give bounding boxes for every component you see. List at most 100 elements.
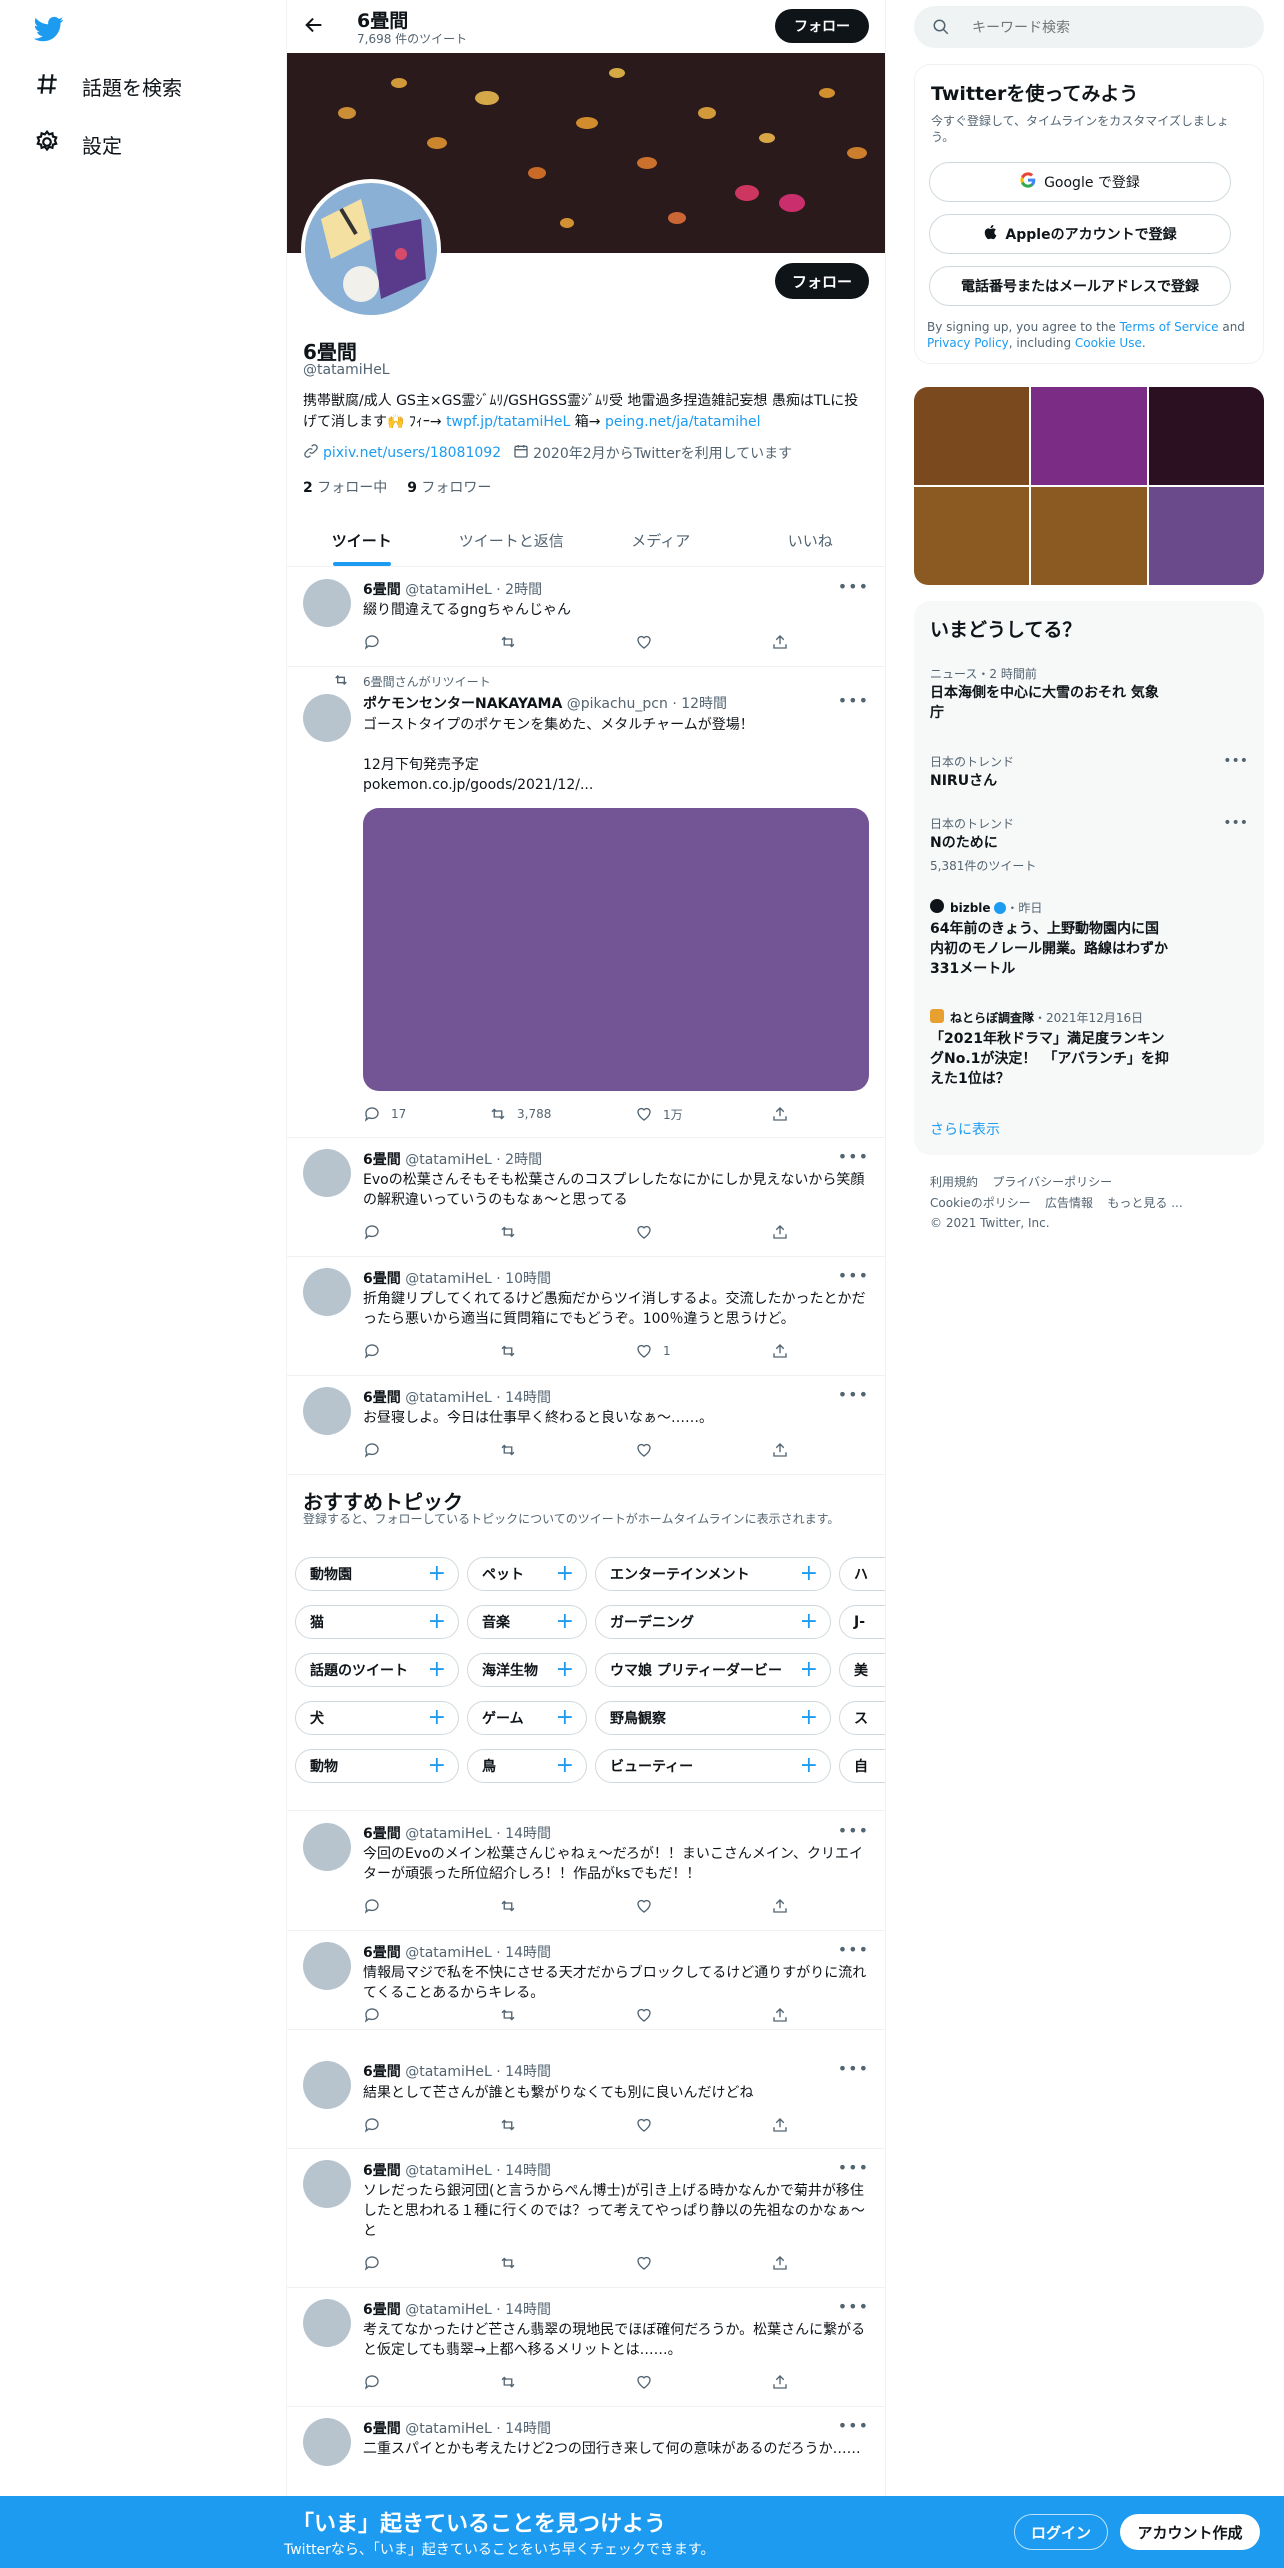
twitter-logo-icon[interactable] [33, 14, 64, 44]
reply-button[interactable] [363, 2254, 381, 2272]
tweet-time[interactable]: 10時間 [505, 1271, 551, 1287]
footer-privacy[interactable]: プライバシーポリシー [992, 1175, 1112, 1189]
footer-cookie[interactable]: Cookieのポリシー [930, 1196, 1031, 1210]
topic-chip[interactable]: 猫 + [295, 1605, 459, 1639]
like-button[interactable] [635, 2006, 653, 2024]
topic-chip[interactable]: ペット + [467, 1557, 587, 1591]
following-link[interactable]: 2 フォロー中 [303, 477, 387, 497]
trend-item[interactable]: 日本のトレンド NIRUさん ••• [914, 749, 1264, 799]
tweet-avatar[interactable] [303, 579, 351, 627]
tweet-time[interactable]: 14時間 [505, 1945, 551, 1961]
reply-button[interactable] [363, 1897, 381, 1915]
topic-chip[interactable]: 鳥 + [467, 1749, 587, 1783]
tweet-avatar[interactable] [303, 1942, 351, 1990]
tweet-author-handle[interactable]: @tatamiHeL [405, 1152, 492, 1168]
tweet-avatar[interactable] [303, 2160, 351, 2208]
tweet-author-name[interactable]: 6畳間 [363, 2302, 401, 2318]
like-button[interactable] [635, 1223, 653, 1241]
reply-button[interactable] [363, 633, 381, 651]
topic-chip[interactable]: 野鳥観察 + [595, 1701, 831, 1735]
media-thumb[interactable] [1149, 487, 1264, 585]
topic-chip[interactable]: 犬 + [295, 1701, 459, 1735]
tab-media[interactable]: メディア [586, 514, 736, 566]
reply-button[interactable] [363, 1441, 381, 1459]
trend-item[interactable]: 日本のトレンド Nのために 5,381件のツイート ••• [914, 811, 1264, 879]
tweet-author-name[interactable]: 6畳間 [363, 2421, 401, 2437]
tweet[interactable]: 6畳間 @tatamiHeL · 14時間 ••• 情報局マジで私を不快にさせる… [287, 1930, 885, 2030]
tweet-author-handle[interactable]: @tatamiHeL [405, 1390, 492, 1406]
tweet-author-handle[interactable]: @tatamiHeL [405, 1945, 492, 1961]
tweet[interactable]: 6畳間 @tatamiHeL · 2時間 ••• 綴り間違えてるgngちゃんじゃ… [287, 567, 885, 667]
more-icon[interactable]: ••• [838, 1266, 869, 1285]
tweet-author-handle[interactable]: @tatamiHeL [405, 582, 492, 598]
media-thumb[interactable] [914, 487, 1029, 585]
trends-show-more[interactable]: さらに表示 [930, 1119, 1000, 1139]
share-button[interactable] [771, 633, 789, 651]
more-icon[interactable]: ••• [1223, 815, 1248, 831]
like-button[interactable] [635, 2373, 653, 2391]
like-button[interactable] [635, 1441, 653, 1459]
followers-link[interactable]: 9 フォロワー [407, 477, 491, 497]
tweet-author-handle[interactable]: @tatamiHeL [405, 2421, 492, 2437]
tweet[interactable]: 6畳間 @tatamiHeL · 14時間 ••• 今回のEvoのメイン松葉さん… [287, 1811, 885, 1931]
tweet[interactable]: 6畳間 @tatamiHeL · 14時間 ••• 考えてなかったけど芒さん翡翠… [287, 2287, 885, 2407]
bio-link-twpf[interactable]: twpf.jp/tatamiHeL [446, 414, 570, 430]
retweet-button[interactable] [499, 2254, 517, 2272]
tab-tweets-replies[interactable]: ツイートと返信 [437, 514, 587, 566]
retweet-button[interactable] [499, 2116, 517, 2134]
google-signup-button[interactable]: Google で登録 [929, 162, 1231, 202]
more-icon[interactable]: ••• [838, 1821, 869, 1840]
tweet-author-name[interactable]: 6畳間 [363, 1271, 401, 1287]
tweet-avatar[interactable] [303, 2299, 351, 2347]
terms-link[interactable]: Terms of Service [1120, 320, 1219, 334]
back-arrow-icon[interactable] [303, 14, 325, 36]
tweet-avatar[interactable] [303, 1387, 351, 1435]
trend-item[interactable]: ニュース・2 時間前 日本海側を中心に大雪のおそれ 気象庁 [914, 661, 1264, 741]
tweet[interactable]: 6畳間 @tatamiHeL · 14時間 ••• 結果として芒さんが誰とも繋が… [287, 2029, 885, 2149]
topic-chip[interactable]: ゲーム + [467, 1701, 587, 1735]
search-box[interactable] [914, 6, 1264, 48]
like-button[interactable] [635, 2116, 653, 2134]
share-button[interactable] [771, 1105, 789, 1123]
like-button[interactable]: 1 [635, 1342, 671, 1360]
tweet-time[interactable]: 14時間 [505, 2064, 551, 2080]
phone-email-signup-button[interactable]: 電話番号またはメールアドレスで登録 [929, 266, 1231, 306]
share-button[interactable] [771, 1223, 789, 1241]
nav-explore[interactable]: 話題を検索 [34, 66, 182, 106]
media-thumb[interactable] [1031, 487, 1147, 585]
share-button[interactable] [771, 1342, 789, 1360]
tweet-author-handle[interactable]: @tatamiHeL [405, 1271, 492, 1287]
tweet-time[interactable]: 14時間 [505, 1826, 551, 1842]
media-thumb[interactable] [1031, 387, 1147, 485]
retweet-label[interactable]: 6畳間さんがリツイート [363, 673, 491, 690]
tweet-time[interactable]: 2時間 [505, 1152, 542, 1168]
more-icon[interactable]: ••• [838, 2059, 869, 2078]
reply-button[interactable] [363, 2373, 381, 2391]
profile-follow-button[interactable]: フォロー [775, 263, 869, 299]
topic-chip[interactable]: ガーデニング + [595, 1605, 831, 1639]
like-button[interactable] [635, 1897, 653, 1915]
topic-chip[interactable]: ウマ娘 プリティーダービー + [595, 1653, 831, 1687]
like-button[interactable] [635, 2254, 653, 2272]
topic-chip[interactable]: ハ [839, 1557, 885, 1591]
tweet-time[interactable]: 14時間 [505, 2163, 551, 2179]
media-thumb[interactable] [914, 387, 1029, 485]
tweet-avatar[interactable] [303, 694, 351, 742]
nav-settings[interactable]: 設定 [34, 124, 122, 164]
search-input[interactable] [970, 16, 1244, 40]
tweet[interactable]: 6畳間 @tatamiHeL · 14時間 ••• 二重スパイとかも考えたけど2… [287, 2406, 885, 2496]
profile-website-link[interactable]: pixiv.net/users/18081092 [323, 445, 501, 461]
retweet-button[interactable] [499, 633, 517, 651]
tab-tweets[interactable]: ツイート [287, 514, 437, 566]
share-button[interactable] [771, 2116, 789, 2134]
header-follow-button[interactable]: フォロー [775, 9, 869, 43]
tweet-avatar[interactable] [303, 2061, 351, 2109]
topic-chip[interactable]: ビューティー + [595, 1749, 831, 1783]
footer-more[interactable]: もっと見る ... [1107, 1196, 1182, 1210]
more-icon[interactable]: ••• [838, 2297, 869, 2316]
retweet-button[interactable]: 3,788 [489, 1105, 551, 1123]
retweet-button[interactable] [499, 1897, 517, 1915]
reply-button[interactable] [363, 2116, 381, 2134]
tweet-time[interactable]: 2時間 [505, 582, 542, 598]
tab-likes[interactable]: いいね [736, 514, 886, 566]
